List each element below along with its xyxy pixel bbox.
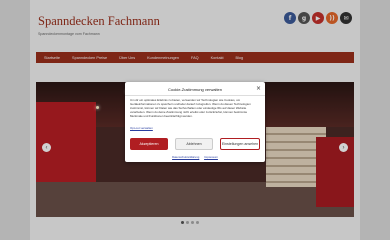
reject-button[interactable]: Ablehnen — [175, 138, 213, 150]
divider — [125, 95, 265, 96]
cookie-consent-dialog: Cookie-Zustimmung verwalten × Um dir ein… — [125, 82, 265, 162]
imprint-link[interactable]: Impressum — [204, 155, 218, 159]
accept-button[interactable]: Akzeptieren — [130, 138, 168, 150]
cookie-dialog-title: Cookie-Zustimmung verwalten — [167, 87, 223, 92]
cookie-dialog-text: Um dir ein optimales Erlebnis zu bieten,… — [130, 98, 251, 118]
close-icon[interactable]: × — [256, 85, 261, 92]
opt-out-link[interactable]: Opt-out verwalten — [130, 126, 153, 130]
cookie-dialog-footer: Datenschutzerklärung Impressum — [125, 155, 265, 159]
privacy-policy-link[interactable]: Datenschutzerklärung — [172, 155, 199, 159]
view-settings-button[interactable]: Einstellungen ansehen — [220, 138, 260, 150]
